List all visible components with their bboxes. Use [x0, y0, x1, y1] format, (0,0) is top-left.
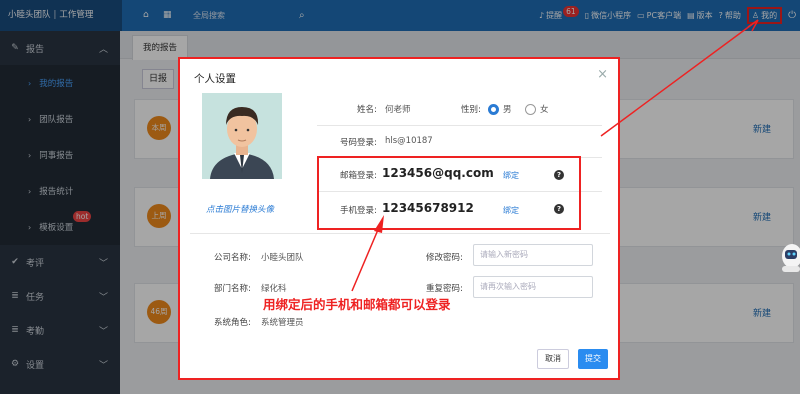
close-icon[interactable]: × — [597, 67, 608, 82]
account-value: hls@10187 — [385, 136, 433, 146]
avatar-portrait-icon — [202, 93, 282, 179]
dept-label: 部门名称: — [214, 284, 251, 294]
dept-value: 绿化科 — [261, 284, 287, 294]
annotation-text: 用绑定后的手机和邮箱都可以登录 — [263, 297, 451, 312]
account-label: 号码登录: — [340, 138, 377, 148]
gender-male-radio[interactable] — [488, 104, 499, 115]
role-value: 系统管理员 — [261, 318, 304, 328]
repeat-password-label: 重复密码: — [426, 284, 463, 294]
robot-icon — [782, 244, 800, 272]
dialog-title: 个人设置 — [194, 73, 236, 85]
profile-settings-dialog: 个人设置 × 点击图片替换头像 姓名: 何老师 性别: 男 女 号码登录: hl… — [178, 57, 620, 380]
name-label: 姓名: — [357, 105, 377, 115]
repeat-password-input[interactable]: 请再次输入密码 — [473, 276, 593, 298]
highlight-box — [317, 156, 581, 230]
avatar[interactable] — [202, 93, 282, 179]
divider — [190, 233, 610, 234]
name-value: 何老师 — [385, 105, 411, 115]
password-label: 修改密码: — [426, 253, 463, 263]
role-label: 系统角色: — [214, 318, 251, 328]
gender-male-label: 男 — [503, 105, 512, 115]
divider — [317, 125, 602, 126]
change-avatar-link[interactable]: 点击图片替换头像 — [206, 203, 274, 215]
submit-button[interactable]: 提交 — [578, 349, 608, 369]
gender-female-radio[interactable] — [525, 104, 536, 115]
cancel-button[interactable]: 取消 — [537, 349, 569, 369]
gender-female-label: 女 — [540, 105, 549, 115]
company-value: 小睦头团队 — [261, 253, 304, 263]
company-label: 公司名称: — [214, 253, 251, 263]
gender-label: 性别: — [461, 105, 481, 115]
new-password-input[interactable]: 请输入新密码 — [473, 244, 593, 266]
